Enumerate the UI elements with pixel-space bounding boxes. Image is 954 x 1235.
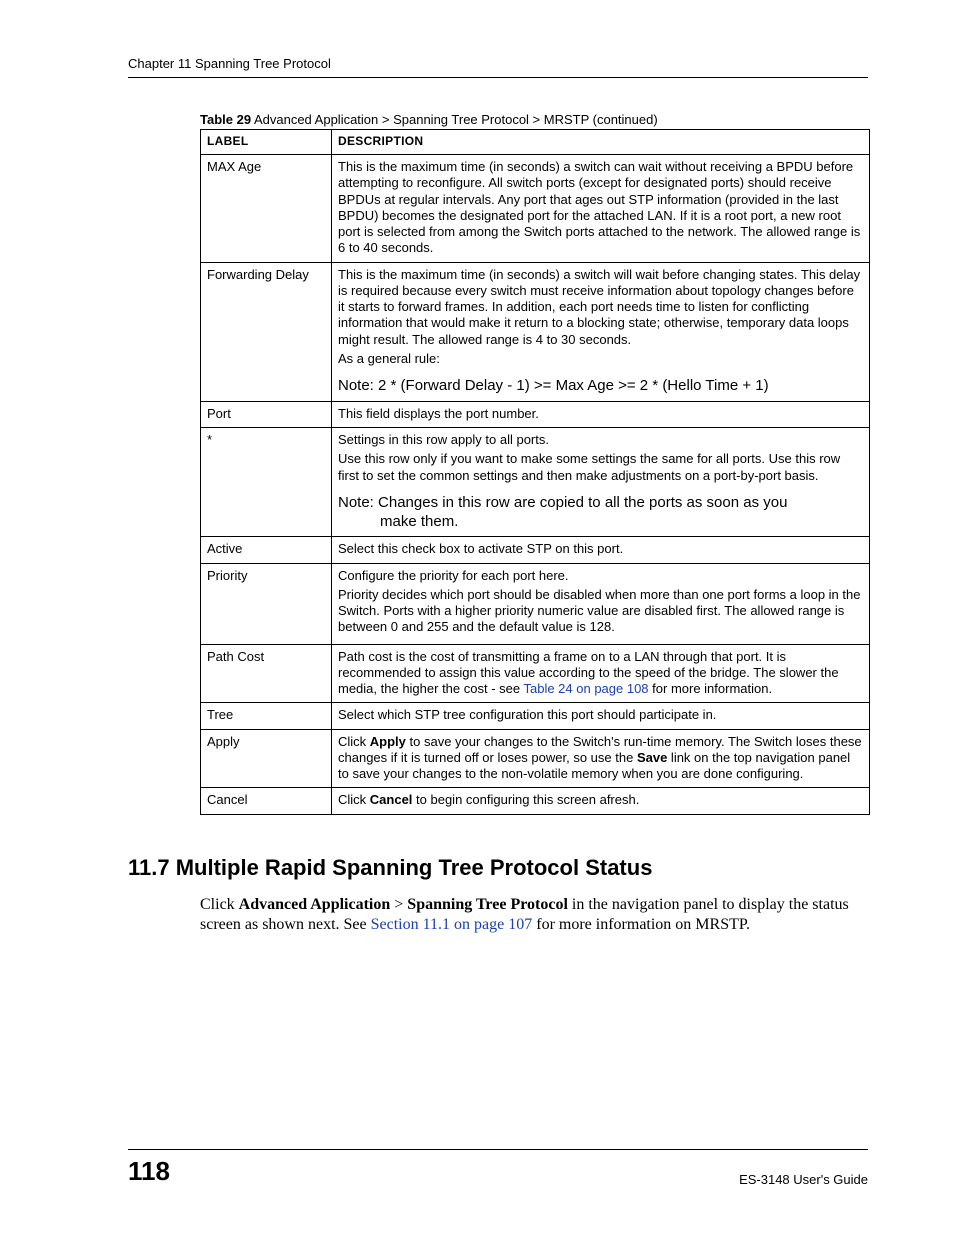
row-label: Forwarding Delay — [201, 262, 332, 401]
table-row: Forwarding Delay This is the maximum tim… — [201, 262, 870, 401]
table-row: Cancel Click Cancel to begin configuring… — [201, 788, 870, 814]
row-desc: This field displays the port number. — [332, 401, 870, 427]
page-footer: 118 ES-3148 User's Guide — [128, 1149, 868, 1187]
row-desc: Settings in this row apply to all ports.… — [332, 428, 870, 537]
table-row: * Settings in this row apply to all port… — [201, 428, 870, 537]
desc-paragraph: Configure the priority for each port her… — [338, 568, 863, 584]
row-label: * — [201, 428, 332, 537]
row-desc: Click Apply to save your changes to the … — [332, 729, 870, 788]
row-label: Priority — [201, 563, 332, 644]
row-label: Tree — [201, 703, 332, 729]
row-desc: Click Cancel to begin configuring this s… — [332, 788, 870, 814]
row-label: MAX Age — [201, 155, 332, 263]
desc-paragraph: Priority decides which port should be di… — [338, 587, 863, 636]
desc-paragraph: As a general rule: — [338, 351, 863, 367]
note-text: Note: Changes in this row are copied to … — [338, 494, 863, 532]
para-text: for more information on MRSTP. — [532, 916, 750, 933]
desc-paragraph: Use this row only if you want to make so… — [338, 451, 863, 484]
bold-term: Spanning Tree Protocol — [407, 896, 568, 913]
row-label: Path Cost — [201, 644, 332, 703]
table-row: Path Cost Path cost is the cost of trans… — [201, 644, 870, 703]
mrstp-table: LABEL DESCRIPTION MAX Age This is the ma… — [200, 129, 870, 815]
desc-text: for more information. — [649, 681, 773, 696]
row-desc: Select which STP tree configuration this… — [332, 703, 870, 729]
table-row: Port This field displays the port number… — [201, 401, 870, 427]
note-line2: make them. — [338, 513, 863, 532]
row-desc: Configure the priority for each port her… — [332, 563, 870, 644]
col-header-description: DESCRIPTION — [332, 130, 870, 155]
table-row: MAX Age This is the maximum time (in sec… — [201, 155, 870, 263]
para-text: Click — [200, 896, 239, 913]
body-paragraph: Click Advanced Application > Spanning Tr… — [200, 895, 870, 937]
row-desc: Path cost is the cost of transmitting a … — [332, 644, 870, 703]
row-label: Cancel — [201, 788, 332, 814]
guide-name: ES-3148 User's Guide — [739, 1172, 868, 1187]
table-caption: Table 29 Advanced Application > Spanning… — [200, 112, 868, 127]
para-text: > — [390, 896, 407, 913]
desc-text: Click — [338, 792, 370, 807]
row-label: Active — [201, 537, 332, 563]
desc-text: Click — [338, 734, 370, 749]
xref-link[interactable]: Table 24 on page 108 — [523, 681, 648, 696]
note-formula: Note: 2 * (Forward Delay - 1) >= Max Age… — [338, 377, 863, 396]
table-title: Advanced Application > Spanning Tree Pro… — [251, 112, 658, 127]
row-label: Apply — [201, 729, 332, 788]
bold-term: Cancel — [370, 792, 413, 807]
table-row: Apply Click Apply to save your changes t… — [201, 729, 870, 788]
table-row: Tree Select which STP tree configuration… — [201, 703, 870, 729]
bold-term: Save — [637, 750, 667, 765]
section-heading: 11.7 Multiple Rapid Spanning Tree Protoc… — [128, 855, 868, 881]
desc-paragraph: Settings in this row apply to all ports. — [338, 432, 863, 448]
xref-link[interactable]: Section 11.1 on page 107 — [371, 916, 533, 933]
table-row: Active Select this check box to activate… — [201, 537, 870, 563]
page-number: 118 — [128, 1156, 170, 1187]
table-row: Priority Configure the priority for each… — [201, 563, 870, 644]
row-desc: This is the maximum time (in seconds) a … — [332, 155, 870, 263]
note-line1: Note: Changes in this row are copied to … — [338, 494, 787, 511]
bold-term: Advanced Application — [239, 896, 391, 913]
bold-term: Apply — [370, 734, 406, 749]
row-label: Port — [201, 401, 332, 427]
table-header-row: LABEL DESCRIPTION — [201, 130, 870, 155]
desc-text: to begin configuring this screen afresh. — [412, 792, 639, 807]
row-desc: Select this check box to activate STP on… — [332, 537, 870, 563]
row-desc: This is the maximum time (in seconds) a … — [332, 262, 870, 401]
table-number: Table 29 — [200, 112, 251, 127]
desc-paragraph: This is the maximum time (in seconds) a … — [338, 267, 863, 348]
col-header-label: LABEL — [201, 130, 332, 155]
running-header: Chapter 11 Spanning Tree Protocol — [128, 56, 868, 78]
